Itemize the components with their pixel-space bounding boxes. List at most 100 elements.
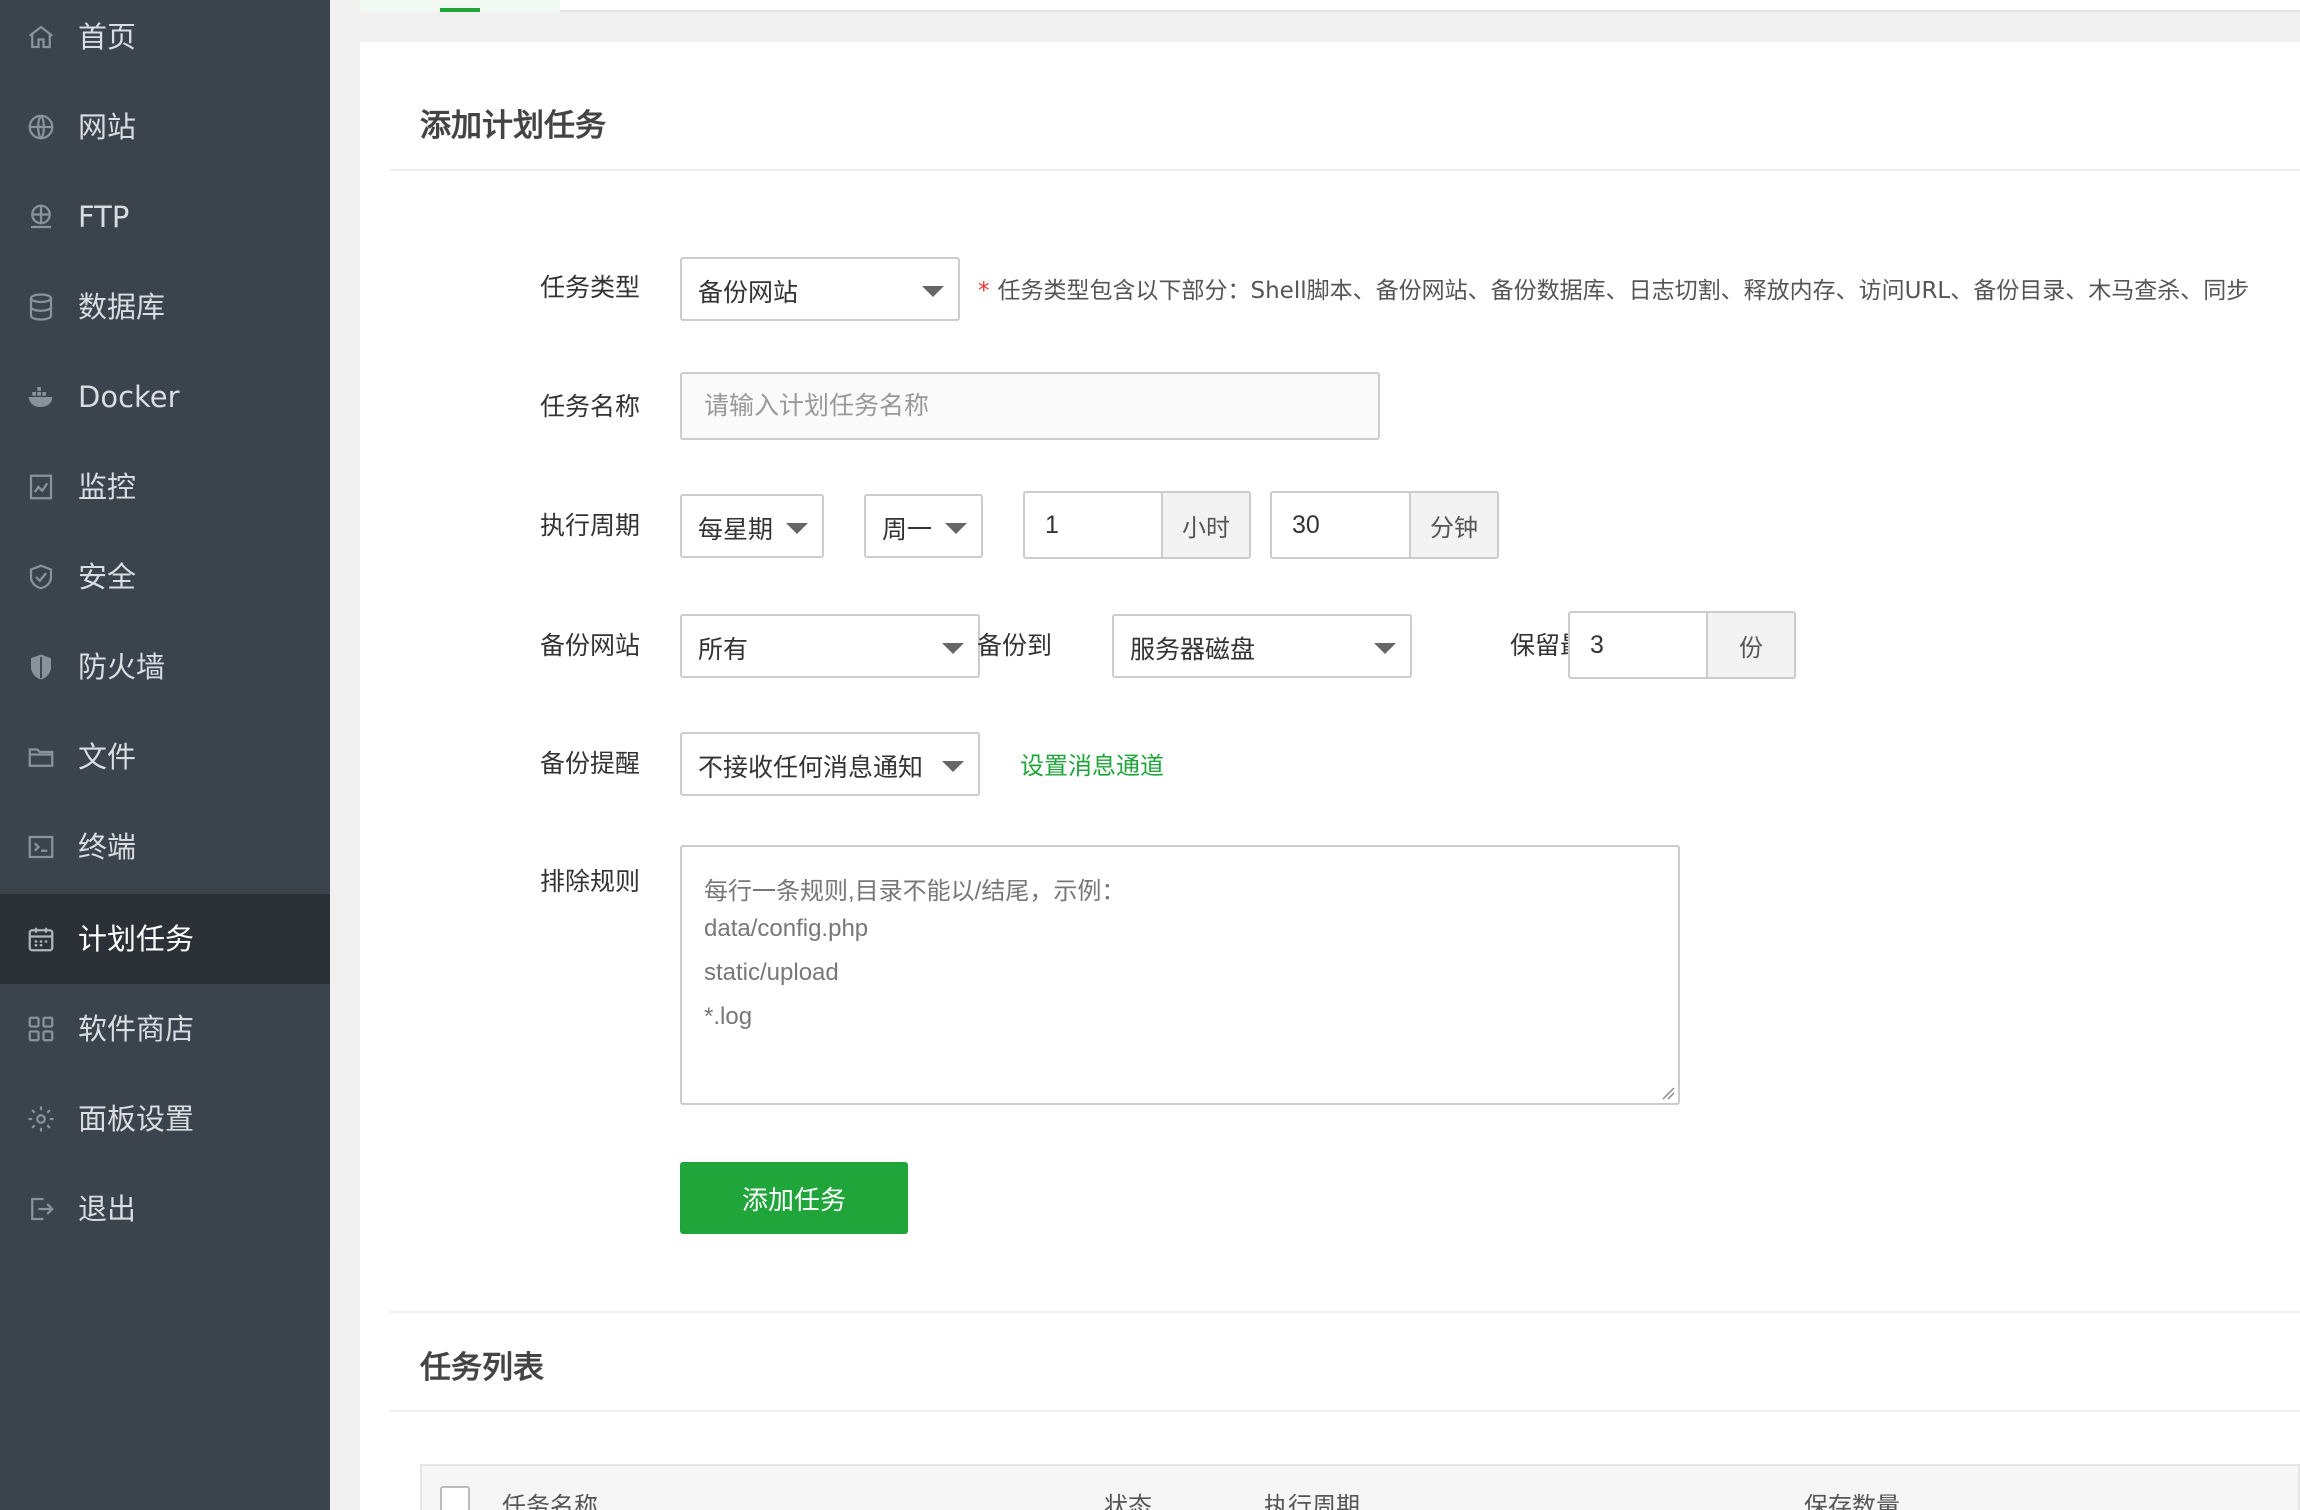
task-type-select[interactable]: 备份网站 xyxy=(680,257,960,321)
sidebar-item-website[interactable]: 网站 xyxy=(0,82,330,172)
task-type-hint-text: 任务类型包含以下部分：Shell脚本、备份网站、备份数据库、日志切割、释放内存、… xyxy=(997,278,2250,304)
exclude-label: 排除规则 xyxy=(539,867,640,896)
column-header-name[interactable]: 任务名称 xyxy=(502,1486,598,1510)
home-icon xyxy=(24,20,58,54)
chevron-down-icon xyxy=(942,761,964,772)
hour-input-group[interactable]: 1 小时 xyxy=(1023,491,1251,559)
divider xyxy=(390,1410,2300,1412)
task-name-input[interactable] xyxy=(680,372,1380,440)
sidebar-item-label: 软件商店 xyxy=(78,1012,195,1046)
column-header-cycle[interactable]: 执行周期 xyxy=(1264,1486,1360,1510)
cycle-period-select[interactable]: 每星期 xyxy=(680,494,824,558)
add-task-button[interactable]: 添加任务 xyxy=(680,1162,908,1234)
active-tab-underline xyxy=(440,8,480,12)
firewall-icon xyxy=(24,650,58,684)
shield-check-icon xyxy=(24,560,58,594)
backup-site-value: 所有 xyxy=(698,635,749,664)
set-message-channel-link[interactable]: 设置消息通道 xyxy=(1020,746,1164,781)
sidebar: 首页 网站 FTP 数据库 Docker 监控 安全 防火墙 文件 终端 计划任… xyxy=(0,0,330,1510)
reminder-select[interactable]: 不接收任何消息通知 xyxy=(680,732,980,796)
top-tab-strip xyxy=(360,0,2300,12)
sidebar-item-label: 首页 xyxy=(78,20,137,54)
sidebar-item-label: 安全 xyxy=(78,560,137,594)
grid-icon xyxy=(24,1012,58,1046)
logout-icon xyxy=(24,1192,58,1226)
backup-to-select[interactable]: 服务器磁盘 xyxy=(1112,614,1412,678)
docker-icon xyxy=(24,380,58,414)
backup-to-value: 服务器磁盘 xyxy=(1130,635,1256,664)
sidebar-item-label: 终端 xyxy=(78,830,137,864)
terminal-icon xyxy=(24,830,58,864)
hour-input[interactable]: 1 xyxy=(1045,511,1059,540)
reminder-label: 备份提醒 xyxy=(539,749,640,778)
form-title: 添加计划任务 xyxy=(420,108,606,144)
sidebar-item-label: 数据库 xyxy=(78,290,166,324)
ftp-icon xyxy=(24,200,58,234)
select-all-checkbox[interactable] xyxy=(440,1486,470,1510)
task-type-label: 任务类型 xyxy=(539,273,640,302)
sidebar-item-store[interactable]: 软件商店 xyxy=(0,984,330,1074)
divider xyxy=(390,1311,2300,1313)
sidebar-item-database[interactable]: 数据库 xyxy=(0,262,330,352)
chevron-down-icon xyxy=(786,523,808,534)
sidebar-item-label: 退出 xyxy=(78,1192,137,1226)
cycle-weekday-select[interactable]: 周一 xyxy=(864,494,983,558)
sidebar-item-monitor[interactable]: 监控 xyxy=(0,442,330,532)
keep-count-input-group[interactable]: 3 份 xyxy=(1568,611,1796,679)
sidebar-item-label: FTP xyxy=(78,200,130,234)
task-table-header: 任务名称 状态 执行周期 保存数量 备 xyxy=(420,1464,2300,1510)
sidebar-item-firewall[interactable]: 防火墙 xyxy=(0,622,330,712)
cycle-period-value: 每星期 xyxy=(698,515,774,544)
globe-icon xyxy=(24,110,58,144)
minute-input-group[interactable]: 30 分钟 xyxy=(1270,491,1499,559)
cycle-label: 执行周期 xyxy=(539,511,640,540)
sidebar-item-cron[interactable]: 计划任务 xyxy=(0,894,330,984)
exclude-placeholder-line: 每行一条规则,目录不能以/结尾，示例： xyxy=(704,878,1126,905)
keep-count-input[interactable]: 3 xyxy=(1590,631,1604,660)
sidebar-item-logout[interactable]: 退出 xyxy=(0,1164,330,1254)
task-name-label: 任务名称 xyxy=(539,392,640,421)
sidebar-item-terminal[interactable]: 终端 xyxy=(0,802,330,892)
backup-site-label: 备份网站 xyxy=(539,631,640,660)
gear-icon xyxy=(24,1102,58,1136)
sidebar-item-home[interactable]: 首页 xyxy=(0,0,330,82)
sidebar-item-settings[interactable]: 面板设置 xyxy=(0,1074,330,1164)
main-panel: 添加计划任务 任务类型 备份网站 * 任务类型包含以下部分：Shell脚本、备份网… xyxy=(360,42,2300,1510)
column-header-status[interactable]: 状态 xyxy=(1104,1486,1152,1510)
chevron-down-icon xyxy=(945,523,967,534)
minute-unit: 分钟 xyxy=(1409,493,1497,557)
chevron-down-icon xyxy=(1374,643,1396,654)
sidebar-item-label: 监控 xyxy=(78,470,137,504)
sidebar-item-label: 计划任务 xyxy=(78,922,195,956)
minute-input[interactable]: 30 xyxy=(1292,511,1320,540)
exclude-placeholder-line: *.log xyxy=(704,1003,753,1030)
hour-unit: 小时 xyxy=(1161,493,1249,557)
reminder-value: 不接收任何消息通知 xyxy=(698,753,924,782)
column-header-keep[interactable]: 保存数量 xyxy=(1804,1486,1900,1510)
sidebar-item-security[interactable]: 安全 xyxy=(0,532,330,622)
sidebar-item-files[interactable]: 文件 xyxy=(0,712,330,802)
list-title: 任务列表 xyxy=(420,1350,544,1386)
backup-to-label: 备份到 xyxy=(976,631,1052,660)
exclude-rules-textarea[interactable]: 每行一条规则,目录不能以/结尾，示例： data/config.php stat… xyxy=(680,845,1680,1105)
sidebar-item-ftp[interactable]: FTP xyxy=(0,172,330,262)
task-type-hint: * 任务类型包含以下部分：Shell脚本、备份网站、备份数据库、日志切割、释放内存… xyxy=(978,271,2249,305)
sidebar-item-label: 网站 xyxy=(78,110,137,144)
task-type-value: 备份网站 xyxy=(698,278,799,307)
folder-icon xyxy=(24,740,58,774)
required-mark: * xyxy=(978,278,990,304)
exclude-placeholder-line: data/config.php xyxy=(704,915,869,942)
sidebar-menu: 首页 网站 FTP 数据库 Docker 监控 安全 防火墙 文件 终端 计划任… xyxy=(0,0,330,1253)
sidebar-item-label: 文件 xyxy=(78,740,137,774)
database-icon xyxy=(24,290,58,324)
chevron-down-icon xyxy=(922,286,944,297)
sidebar-item-label: 面板设置 xyxy=(78,1102,195,1136)
backup-site-select[interactable]: 所有 xyxy=(680,614,980,678)
cycle-weekday-value: 周一 xyxy=(882,515,933,544)
sidebar-item-label: 防火墙 xyxy=(78,650,166,684)
resize-handle-icon[interactable] xyxy=(1661,1086,1675,1100)
keep-count-unit: 份 xyxy=(1706,613,1794,677)
monitor-icon xyxy=(24,470,58,504)
sidebar-item-docker[interactable]: Docker xyxy=(0,352,330,442)
divider xyxy=(390,169,2300,171)
